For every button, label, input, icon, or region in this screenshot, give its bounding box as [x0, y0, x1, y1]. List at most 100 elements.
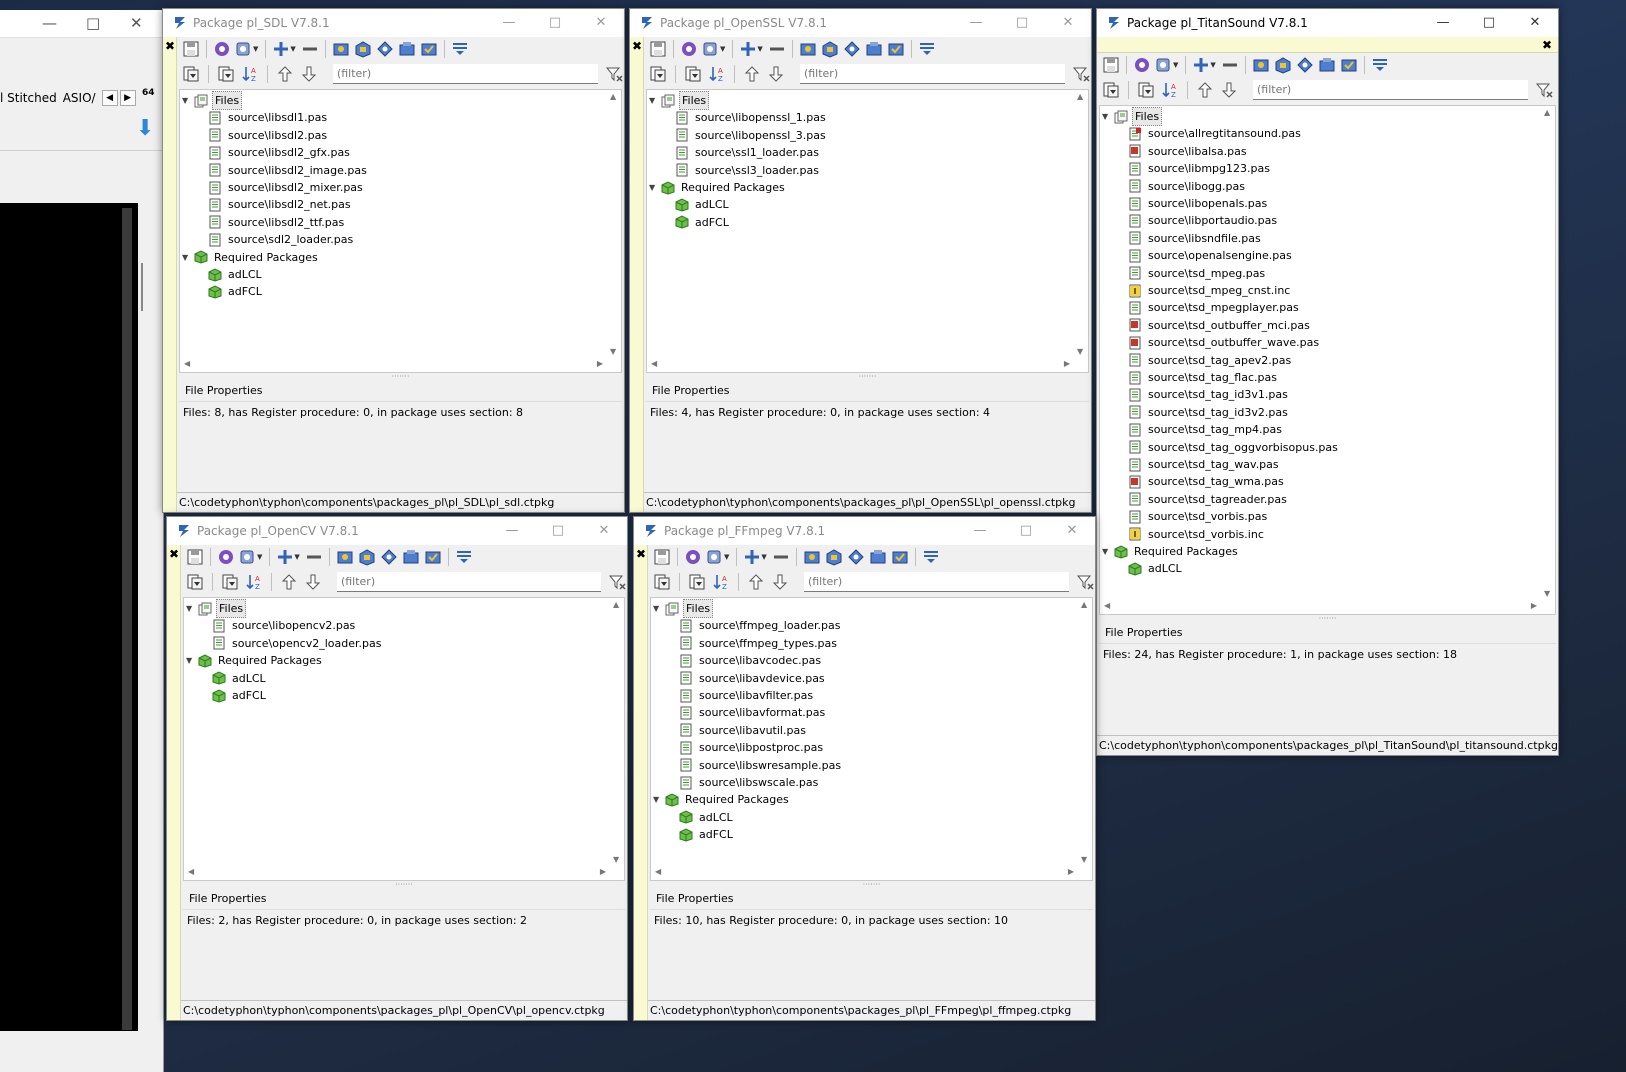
tree-node-file[interactable]: source\libavdevice.pas [679, 670, 827, 687]
tree-node-package[interactable]: adFCL [208, 283, 264, 300]
move-up-icon[interactable] [742, 64, 762, 84]
tree-node-file[interactable]: source\libopenssl_1.pas [675, 109, 828, 126]
tree-node-file[interactable]: source\libopencv2.pas [212, 617, 357, 634]
scroll-down-icon[interactable]: ▼ [1081, 855, 1087, 864]
move-up-icon[interactable] [746, 572, 766, 592]
install-icon[interactable] [1295, 55, 1315, 75]
tree-node-file[interactable]: source\ffmpeg_types.pas [679, 635, 839, 652]
tree-node-file[interactable]: source\libsdl2_net.pas [208, 196, 353, 213]
horizontal-scrollbar[interactable]: ◀ ▶ [1100, 600, 1541, 614]
open-package-icon[interactable] [1273, 55, 1293, 75]
vertical-scrollbar[interactable]: ▲ ▼ [1541, 106, 1555, 600]
move-down-icon[interactable] [770, 572, 790, 592]
collapse-icon[interactable]: ▼ [182, 92, 192, 109]
tree-node-file[interactable]: source\ssl1_loader.pas [675, 144, 821, 161]
close-icon[interactable]: ✕ [1049, 517, 1095, 545]
package-tree[interactable]: ▼ Files source\allregtitansound.pas source\… [1099, 105, 1556, 615]
scroll-left-icon[interactable]: ◀ [651, 359, 657, 368]
horizontal-scrollbar[interactable]: ◀ ▶ [184, 866, 610, 880]
tab-stitched[interactable]: l Stitched [0, 91, 57, 105]
scroll-left-icon[interactable]: ◀ [184, 359, 190, 368]
show-directory-hierarchy-icon[interactable] [181, 64, 201, 84]
tree-node-package[interactable]: adLCL [675, 196, 731, 213]
filter-input[interactable] [1253, 80, 1528, 100]
tree-view-icon[interactable] [687, 572, 707, 592]
vertical-scrollbar[interactable]: ▲ ▼ [1078, 598, 1092, 866]
tree-view-icon[interactable] [216, 64, 236, 84]
filter-input[interactable] [799, 64, 1066, 84]
scroll-down-icon[interactable]: ▼ [1544, 589, 1550, 598]
tree-node-file[interactable]: source\libsdl2_gfx.pas [208, 144, 352, 161]
clear-filter-icon[interactable] [1071, 64, 1091, 84]
minimize-icon[interactable]: — [953, 9, 999, 37]
tree-node-file[interactable]: source\allregtitansound.pas [1128, 125, 1303, 142]
use-icon[interactable] [419, 39, 439, 59]
tree-node-file[interactable]: source\libopenals.pas [1128, 195, 1269, 212]
compile-icon[interactable] [212, 39, 232, 59]
open-package-icon[interactable] [820, 39, 840, 59]
tree-node-file[interactable]: source\tsd_tag_wav.pas [1128, 456, 1281, 473]
tree-node-required-packages[interactable]: ▼ Required Packages [182, 249, 320, 266]
scroll-up-icon[interactable]: ▲ [1544, 108, 1550, 117]
uninstall-icon[interactable] [397, 39, 417, 59]
tree-node-file[interactable]: source\tsd_tag_mp4.pas [1128, 421, 1284, 438]
tree-node-file[interactable]: source\libopenssl_3.pas [675, 127, 828, 144]
save-icon[interactable] [185, 547, 205, 567]
open-package-icon[interactable] [824, 547, 844, 567]
tree-node-file[interactable]: source\tsd_tag_wma.pas [1128, 473, 1286, 490]
tree-node-file[interactable]: source\libswresample.pas [679, 757, 843, 774]
horizontal-scrollbar[interactable]: ◀ ▶ [647, 358, 1074, 372]
show-directory-hierarchy-icon[interactable] [652, 572, 672, 592]
scroll-right-icon[interactable]: ▶ [1068, 867, 1074, 876]
add-icon[interactable] [271, 39, 291, 59]
use-icon[interactable] [890, 547, 910, 567]
tree-node-file[interactable]: source\tsd_mpeg_cnst.inc [1128, 282, 1292, 299]
tree-node-file[interactable]: source\ffmpeg_loader.pas [679, 617, 843, 634]
uninstall-icon[interactable] [1317, 55, 1337, 75]
collapse-icon[interactable]: ▼ [186, 652, 196, 669]
minimize-icon[interactable]: — [42, 14, 57, 32]
more-icon[interactable] [921, 547, 941, 567]
tree-view-icon[interactable] [683, 64, 703, 84]
install-icon[interactable] [379, 547, 399, 567]
close-icon[interactable]: ✕ [1512, 9, 1558, 37]
scroll-right-icon[interactable]: ▶ [597, 359, 603, 368]
add-icon[interactable] [738, 39, 758, 59]
window-titlebar[interactable]: Package pl_SDL V7.8.1 — □ ✕ [163, 9, 624, 37]
tree-node-files[interactable]: ▼ Files [653, 599, 714, 618]
package-icon[interactable] [335, 547, 355, 567]
more-icon[interactable] [450, 39, 470, 59]
install-icon[interactable] [842, 39, 862, 59]
tree-node-file[interactable]: source\sdl2_loader.pas [208, 231, 355, 248]
install-icon[interactable] [375, 39, 395, 59]
show-directory-hierarchy-icon[interactable] [185, 572, 205, 592]
clear-filter-icon[interactable] [1534, 80, 1554, 100]
open-package-icon[interactable] [353, 39, 373, 59]
tree-node-file[interactable]: source\openalsengine.pas [1128, 247, 1294, 264]
tree-node-file[interactable]: source\libswscale.pas [679, 774, 820, 791]
tree-node-required-packages[interactable]: ▼ Required Packages [186, 652, 324, 669]
package-icon[interactable] [331, 39, 351, 59]
window-titlebar[interactable]: Package pl_OpenSSL V7.8.1 — □ ✕ [630, 9, 1091, 37]
tree-node-file[interactable]: source\opencv2_loader.pas [212, 635, 383, 652]
compile-icon[interactable] [679, 39, 699, 59]
more-icon[interactable] [454, 547, 474, 567]
scroll-left-icon[interactable]: ◀ [655, 867, 661, 876]
install-icon[interactable] [846, 547, 866, 567]
scroll-up-icon[interactable]: ▲ [1077, 92, 1083, 101]
tree-node-file[interactable]: source\tsd_tag_oggvorbisopus.pas [1128, 439, 1340, 456]
vertical-scrollbar[interactable]: ▲ ▼ [607, 90, 621, 358]
minimize-icon[interactable]: — [957, 517, 1003, 545]
tree-node-file[interactable]: source\libportaudio.pas [1128, 212, 1279, 229]
collapse-icon[interactable]: ▼ [182, 249, 192, 266]
compile-icon[interactable] [1132, 55, 1152, 75]
tree-node-file[interactable]: source\tsd_vorbis.inc [1128, 526, 1266, 543]
uninstall-icon[interactable] [864, 39, 884, 59]
tree-node-package[interactable]: adFCL [212, 687, 268, 704]
show-directory-hierarchy-icon[interactable] [648, 64, 668, 84]
tree-node-package[interactable]: adLCL [208, 266, 264, 283]
collapse-icon[interactable]: ▼ [1102, 108, 1112, 125]
move-up-icon[interactable] [279, 572, 299, 592]
tree-node-package[interactable]: adFCL [679, 826, 735, 843]
window-titlebar[interactable]: Package pl_OpenCV V7.8.1 — □ ✕ [167, 517, 627, 545]
